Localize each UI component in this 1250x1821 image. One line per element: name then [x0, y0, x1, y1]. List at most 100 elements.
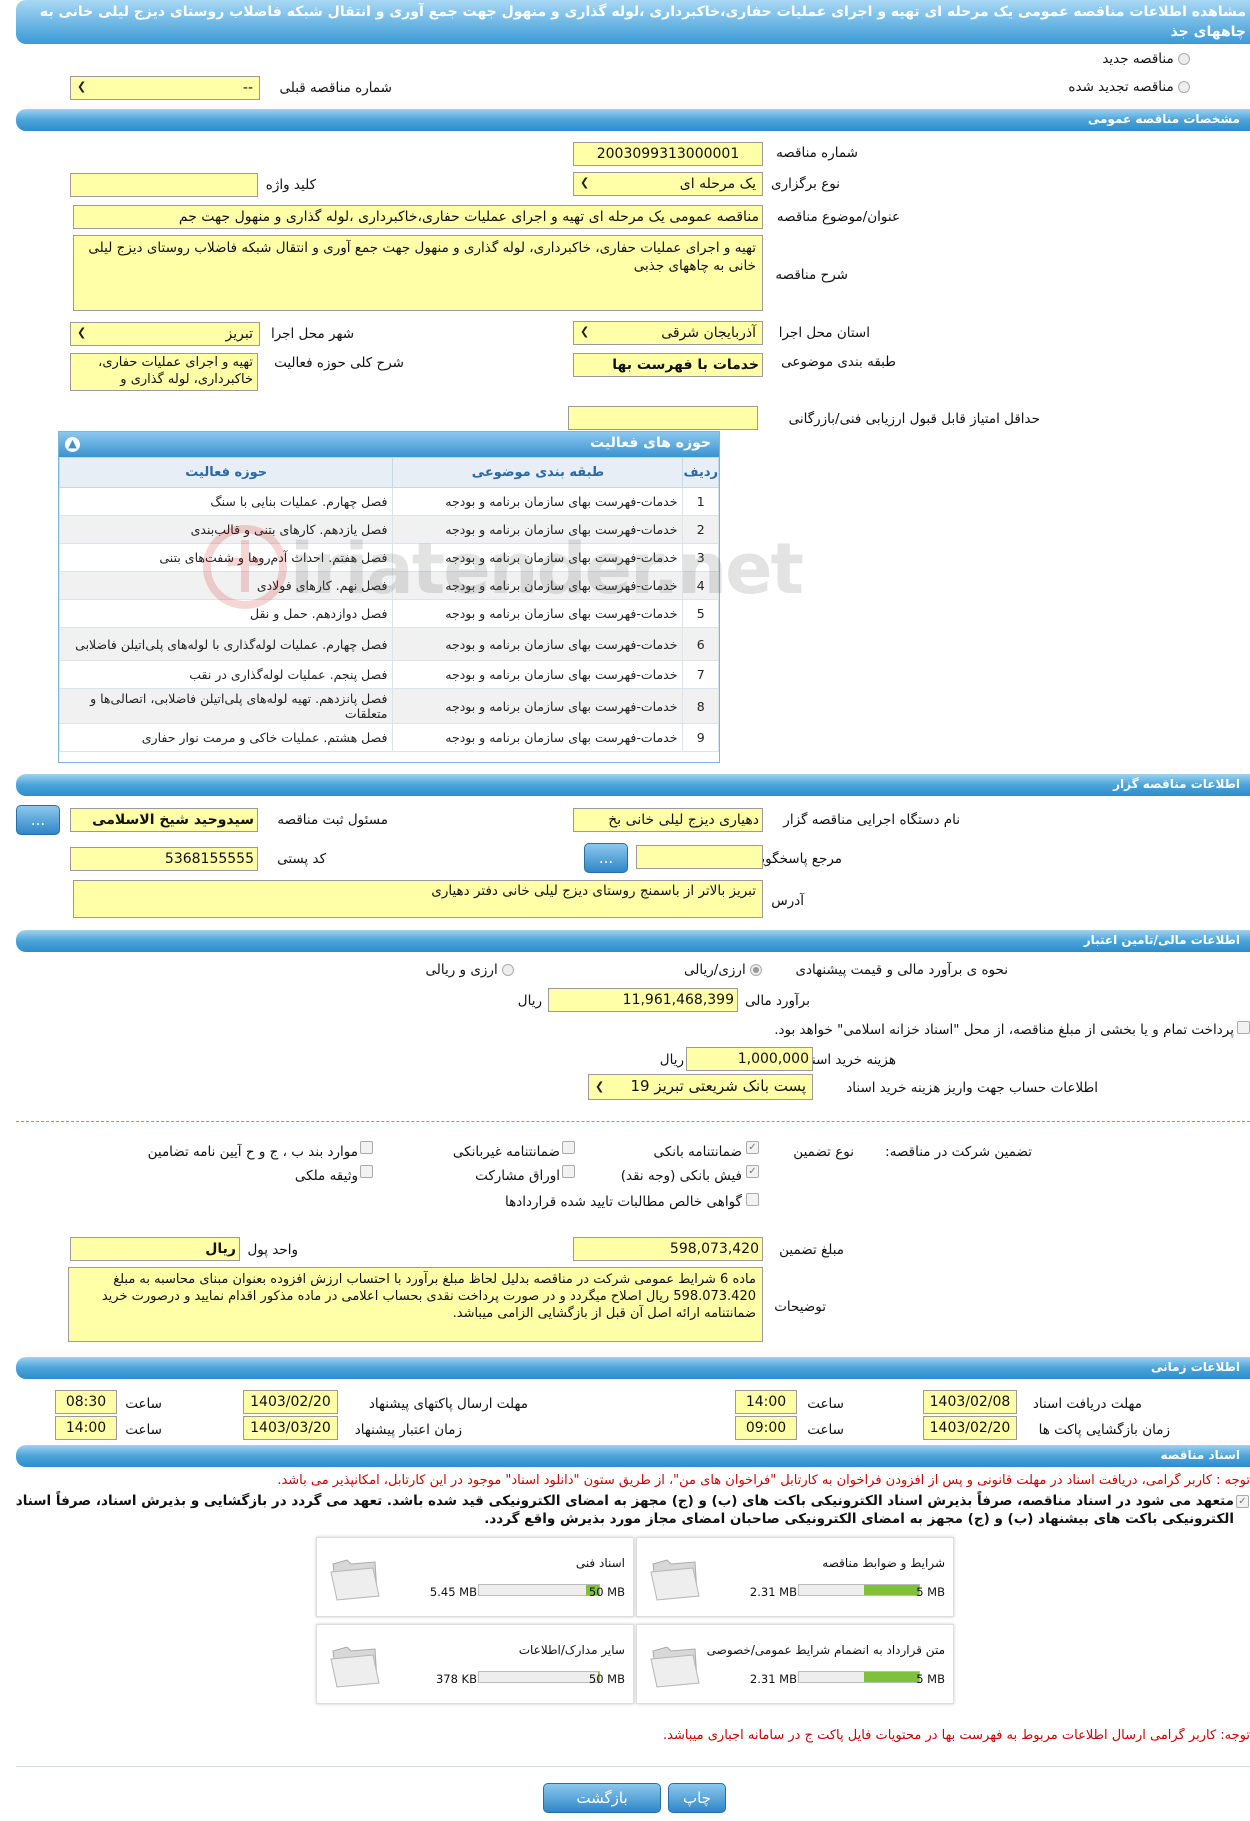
file-title: متن قرارداد به انضمام شرایط عمومی/خصوصی: [706, 1643, 945, 1657]
commitment-checkbox[interactable]: ✓: [1236, 1495, 1249, 1508]
file-card[interactable]: شرایط و ضوابط مناقصه 2.31 MB 5 MB: [636, 1537, 954, 1617]
divider: [16, 1766, 1250, 1767]
address-label: آدرس: [771, 893, 804, 909]
file-max-size: 50 MB: [588, 1672, 625, 1686]
file-card[interactable]: اسناد فنی 5.45 MB 50 MB: [316, 1537, 634, 1617]
registrar-field[interactable]: سیدوحید شیخ الاسلامی: [70, 808, 258, 832]
subject-field[interactable]: مناقصه عمومی یک مرحله ای تهیه و اجرای عم…: [73, 205, 763, 229]
estimate-field[interactable]: 11,961,468,399: [548, 988, 738, 1012]
currency-label: واحد پول: [247, 1242, 298, 1258]
documents-note-2: توجه: کاربر گرامی ارسال اطلاعات مربوط به…: [663, 1728, 1250, 1743]
keyword-label: کلید واژه: [265, 177, 316, 193]
g-bonds-label: اوراق مشارکت: [475, 1168, 560, 1184]
prev-tender-label: شماره مناقصه قبلی: [279, 80, 392, 96]
treasury-checkbox[interactable]: [1237, 1021, 1250, 1034]
activity-table-title: حوزه های فعالیت: [590, 435, 711, 451]
row-number-cell: 8: [682, 688, 719, 724]
print-button[interactable]: چاپ: [668, 1783, 726, 1813]
renewed-tender-radio[interactable]: مناقصه تجدید شده: [1068, 79, 1190, 95]
activity-cell: فصل پنجم. عملیات لوله‌گذاری در نقب: [59, 660, 394, 689]
receive-deadline-field[interactable]: 1403/02/08: [923, 1390, 1017, 1414]
category-cell: خدمات-فهرست بهای سازمان برنامه و بودجه: [392, 487, 684, 516]
file-size: 2.31 MB: [749, 1672, 797, 1686]
opening-time-label: ساعت: [807, 1422, 844, 1438]
prev-tender-select[interactable]: -- ❯: [70, 76, 260, 100]
keyword-field[interactable]: [70, 173, 258, 197]
section-general-header: مشخصات مناقصه عمومی: [16, 109, 1250, 131]
collapse-icon[interactable]: ▲: [65, 437, 80, 452]
province-select[interactable]: آذربایجان شرقی ❯: [573, 321, 763, 345]
opt-fx-radio[interactable]: ارزی و ریالی: [425, 962, 514, 978]
new-tender-radio[interactable]: مناقصه جدید: [1102, 51, 1190, 67]
postal-field[interactable]: 5368155555: [70, 847, 258, 871]
file-max-size: 5 MB: [916, 1585, 945, 1599]
validity-field[interactable]: 1403/03/20: [243, 1416, 338, 1440]
prev-tender-value: --: [242, 80, 253, 96]
g-bonds-checkbox: [562, 1165, 575, 1178]
city-select[interactable]: تبریز ❯: [70, 322, 260, 346]
org-name-field[interactable]: دهیاری دیزج لیلی خانی بخ: [573, 808, 763, 832]
table-row: 1 خدمات-فهرست بهای سازمان برنامه و بودجه ف…: [59, 487, 719, 516]
city-label: شهر محل اجرا: [270, 326, 354, 342]
file-card[interactable]: متن قرارداد به انضمام شرایط عمومی/خصوصی 2…: [636, 1624, 954, 1704]
reference-more-button[interactable]: ...: [584, 843, 628, 873]
doc-fee-field[interactable]: 1,000,000: [686, 1047, 813, 1071]
col-row: ردیف: [682, 457, 719, 488]
table-row: 9 خدمات-فهرست بهای سازمان برنامه و بودجه ف…: [59, 723, 719, 752]
amount-field[interactable]: 598,073,420: [573, 1237, 763, 1261]
file-progress: [478, 1584, 600, 1596]
file-progress-fill: [863, 1672, 919, 1682]
doc-fee-label: هزینه خرید اسناد: [801, 1052, 896, 1068]
g-property-checkbox: [360, 1165, 373, 1178]
file-title: شرایط و ضوابط مناقصه: [822, 1556, 945, 1570]
file-size: 2.31 MB: [749, 1585, 797, 1599]
province-value: آذربایجان شرقی: [661, 325, 756, 341]
g-bank-checkbox: ✓: [746, 1141, 759, 1154]
holding-type-label: نوع برگزاری: [771, 176, 840, 192]
folder-icon: [329, 1641, 381, 1689]
receive-time-field[interactable]: 14:00: [735, 1390, 797, 1414]
notes-field[interactable]: ماده 6 شرایط عمومی شرکت در مناقصه بدلیل …: [68, 1267, 763, 1342]
g-receivable-checkbox: [746, 1193, 759, 1206]
currency-field[interactable]: ریال: [70, 1237, 240, 1261]
estimate-unit: ریال: [517, 993, 542, 1009]
row-number-cell: 7: [682, 660, 719, 689]
org-name-label: نام دستگاه اجرایی مناقصه گزار: [783, 812, 960, 828]
back-button[interactable]: بازگشت: [543, 1783, 661, 1813]
send-time-field[interactable]: 08:30: [55, 1390, 117, 1414]
page-title: مشاهده اطلاعات مناقصه عمومی یک مرحله ای …: [39, 4, 1246, 40]
file-title: اسناد فنی: [575, 1556, 625, 1570]
activity-desc-field[interactable]: تهیه و اجرای عملیات حفاری، خاکبرداری، لو…: [70, 353, 258, 391]
send-deadline-field[interactable]: 1403/02/20: [243, 1390, 338, 1414]
registrar-more-button[interactable]: ...: [16, 805, 60, 835]
registrar-label: مسئول ثبت مناقصه: [277, 812, 388, 828]
activity-cell: فصل چهارم. عملیات لوله‌گذاری با لوله‌های…: [59, 627, 394, 661]
table-row: 8 خدمات-فهرست بهای سازمان برنامه و بودجه ف…: [59, 688, 719, 724]
file-card[interactable]: سایر مدارک/اطلاعات 378 KB 50 MB: [316, 1624, 634, 1704]
postal-label: کد پستی: [277, 851, 326, 867]
watermark-text: iriatender.net: [290, 528, 804, 610]
renewed-tender-label: مناقصه تجدید شده: [1068, 79, 1174, 95]
opening-field[interactable]: 1403/02/20: [923, 1416, 1017, 1440]
category-cell: خدمات-فهرست بهای سازمان برنامه و بودجه: [392, 627, 684, 661]
holding-type-value: یک مرحله ای: [679, 176, 756, 192]
reference-label: مرجع پاسخگویی: [750, 851, 842, 867]
opt-rial-label: ارزی/ریالی: [684, 962, 746, 978]
receive-time-label: ساعت: [807, 1396, 844, 1412]
guarantee-label: تضمین شرکت در مناقصه:: [885, 1144, 1032, 1160]
holding-type-select[interactable]: یک مرحله ای ❯: [573, 172, 763, 196]
account-select[interactable]: پست بانک شریعتی تبریز 19 ❯: [588, 1074, 813, 1100]
min-score-field[interactable]: [568, 406, 758, 430]
tender-number-field[interactable]: 2003099313000001: [573, 142, 763, 166]
address-field[interactable]: تبریز بالاتر از باسمنج روستای دیزج لیلی …: [73, 880, 763, 918]
chevron-down-icon: ❯: [580, 325, 590, 338]
opening-time-field[interactable]: 09:00: [735, 1416, 797, 1440]
description-field[interactable]: تهیه و اجرای عملیات حفاری، خاکبرداری، لو…: [73, 235, 763, 311]
validity-time-field[interactable]: 14:00: [55, 1416, 117, 1440]
category-field[interactable]: خدمات با فهرست بها: [573, 353, 763, 377]
min-score-label: حداقل امتیاز قابل قبول ارزیابی فنی/بازرگ…: [788, 411, 1040, 427]
chevron-down-icon: ❯: [77, 80, 87, 93]
opt-rial-radio[interactable]: ارزی/ریالی: [684, 962, 762, 978]
chevron-down-icon: ❯: [595, 1080, 605, 1093]
reference-field[interactable]: [636, 845, 763, 869]
